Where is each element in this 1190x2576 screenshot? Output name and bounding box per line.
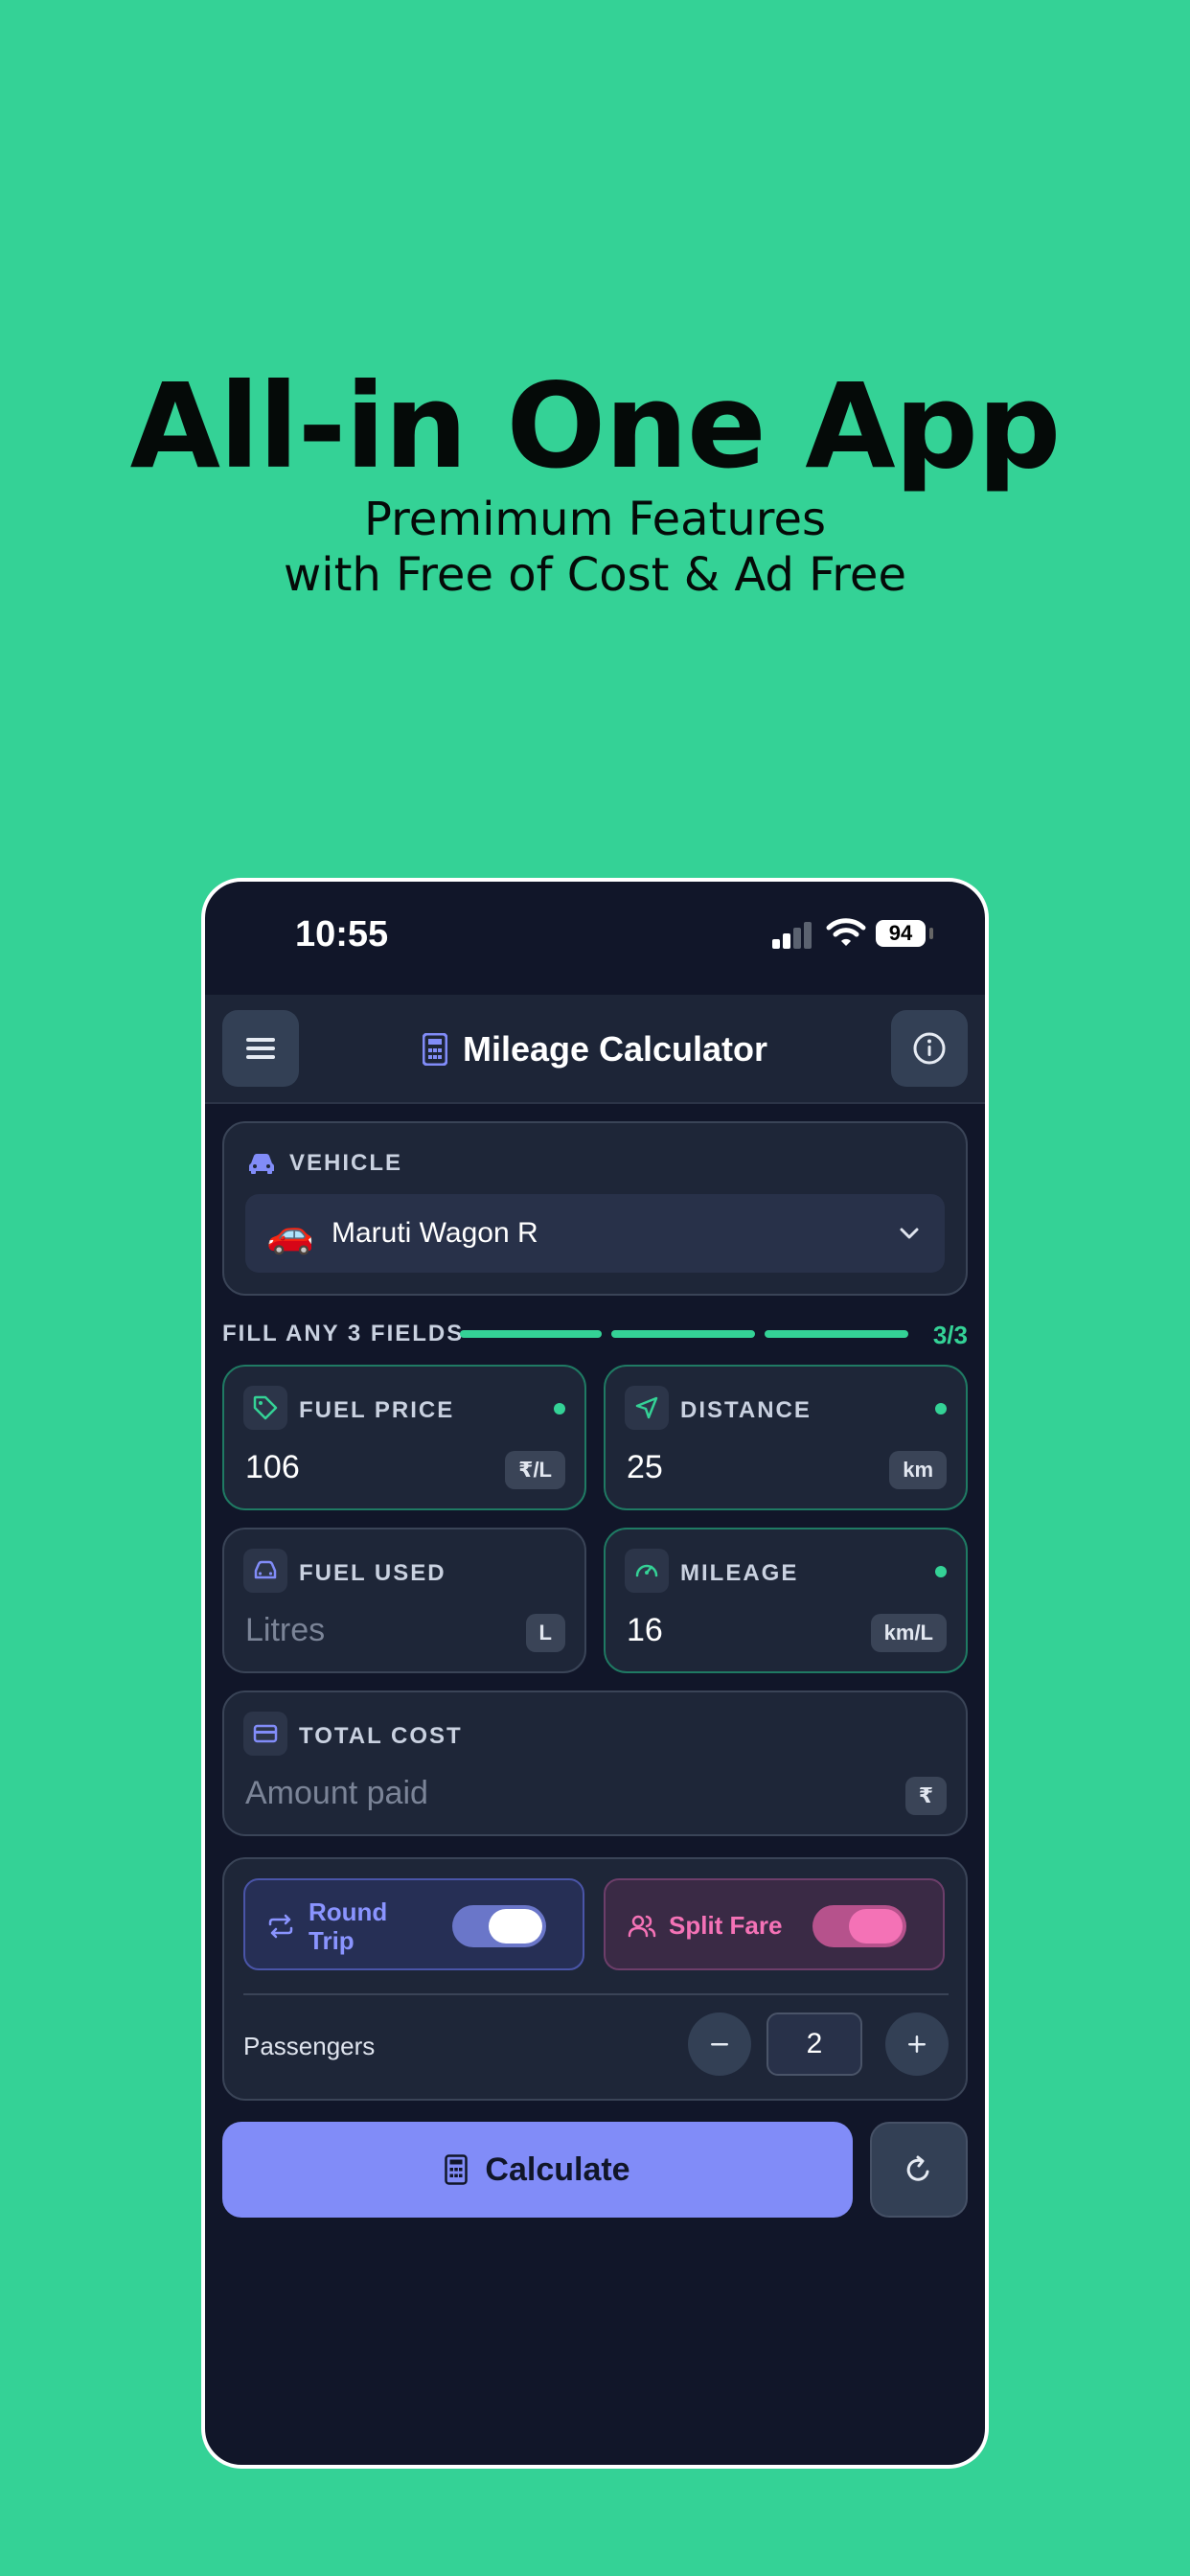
wifi-icon bbox=[826, 918, 866, 946]
divider bbox=[243, 1993, 949, 1995]
calculate-label: Calculate bbox=[485, 2150, 630, 2188]
split-fare-toggle[interactable] bbox=[812, 1905, 906, 1947]
battery-icon: 94 bbox=[876, 920, 926, 947]
phone-frame: 10:55 94 Mileage Calculator VEHICLE 🚗 Ma… bbox=[201, 878, 989, 2469]
increase-passengers-button[interactable] bbox=[885, 2012, 949, 2076]
price-tag-icon bbox=[243, 1386, 287, 1430]
fuel-price-unit: ₹/L bbox=[505, 1451, 565, 1489]
promo-title: All-in One App bbox=[129, 358, 1062, 494]
total-cost-input[interactable]: Amount paid bbox=[245, 1775, 428, 1812]
credit-card-icon bbox=[243, 1712, 287, 1756]
split-fare-label: Split Fare bbox=[669, 1911, 783, 1940]
passengers-count[interactable]: 2 bbox=[767, 2012, 862, 2076]
status-time: 10:55 bbox=[295, 914, 389, 954]
fuel-price-label: FUEL PRICE bbox=[299, 1397, 455, 1423]
distance-label: DISTANCE bbox=[680, 1397, 812, 1423]
repeat-arrows-icon bbox=[268, 1914, 293, 1939]
app-title-text: Mileage Calculator bbox=[462, 1029, 768, 1069]
fill-progress-label: FILL ANY 3 FIELDS bbox=[222, 1321, 465, 1346]
vehicle-card: VEHICLE 🚗 Maruti Wagon R bbox=[222, 1121, 968, 1296]
mileage-value[interactable]: 16 bbox=[627, 1612, 663, 1649]
navigation-arrow-icon bbox=[625, 1386, 669, 1430]
fuel-used-input[interactable]: Litres bbox=[245, 1612, 325, 1649]
chevron-down-icon bbox=[900, 1228, 919, 1239]
toggle-knob bbox=[489, 1909, 542, 1944]
calculator-icon bbox=[445, 2154, 469, 2185]
progress-segment-1 bbox=[460, 1330, 602, 1338]
round-trip-toggle[interactable] bbox=[452, 1905, 546, 1947]
page-title: Mileage Calculator bbox=[205, 1029, 985, 1070]
mileage-unit: km/L bbox=[870, 1614, 947, 1652]
passengers-label: Passengers bbox=[243, 2032, 376, 2060]
car-icon bbox=[249, 1154, 274, 1174]
plus-icon bbox=[908, 2036, 926, 2053]
app-bar: Mileage Calculator bbox=[205, 995, 985, 1104]
fuel-used-unit: L bbox=[525, 1614, 565, 1652]
distance-value[interactable]: 25 bbox=[627, 1449, 663, 1486]
refresh-icon bbox=[906, 2155, 929, 2181]
total-cost-unit: ₹ bbox=[904, 1777, 947, 1815]
vehicle-emoji: 🚗 bbox=[266, 1213, 314, 1255]
mileage-label: MILEAGE bbox=[680, 1560, 799, 1586]
filled-indicator-dot bbox=[935, 1403, 947, 1414]
fill-progress-count: 3/3 bbox=[932, 1321, 968, 1349]
info-icon bbox=[913, 1032, 946, 1065]
battery-tip bbox=[929, 928, 933, 939]
mileage-field[interactable]: MILEAGE 16 km/L bbox=[604, 1528, 968, 1673]
calculator-icon bbox=[422, 1032, 448, 1067]
info-button[interactable] bbox=[891, 1010, 968, 1087]
users-icon bbox=[628, 1915, 656, 1938]
fuel-price-value[interactable]: 106 bbox=[245, 1449, 300, 1486]
vehicle-selected-value: Maruti Wagon R bbox=[332, 1217, 538, 1249]
distance-field[interactable]: DISTANCE 25 km bbox=[604, 1365, 968, 1510]
vehicle-dropdown[interactable]: 🚗 Maruti Wagon R bbox=[245, 1194, 945, 1273]
distance-unit: km bbox=[889, 1451, 947, 1489]
round-trip-option[interactable]: Round Trip bbox=[243, 1878, 584, 1970]
decrease-passengers-button[interactable] bbox=[688, 2012, 751, 2076]
total-cost-label: TOTAL COST bbox=[299, 1723, 463, 1749]
filled-indicator-dot bbox=[554, 1403, 565, 1414]
toggle-knob bbox=[849, 1909, 903, 1944]
promo-subtitle-line1: Premimum Features bbox=[364, 493, 826, 546]
fill-progress: FILL ANY 3 FIELDS 3/3 bbox=[222, 1313, 968, 1351]
progress-segment-2 bbox=[611, 1330, 755, 1338]
vehicle-label-text: VEHICLE bbox=[289, 1150, 403, 1176]
round-trip-label: Round Trip bbox=[309, 1898, 388, 1955]
total-cost-field[interactable]: TOTAL COST Amount paid ₹ bbox=[222, 1690, 968, 1836]
status-bar: 10:55 94 bbox=[205, 882, 985, 995]
fuel-used-field[interactable]: FUEL USED Litres L bbox=[222, 1528, 586, 1673]
split-fare-option[interactable]: Split Fare bbox=[604, 1878, 945, 1970]
promo-subtitle-line2: with Free of Cost & Ad Free bbox=[284, 548, 906, 602]
minus-icon bbox=[711, 2043, 728, 2046]
reset-button[interactable] bbox=[870, 2122, 968, 2218]
speedometer-icon bbox=[625, 1549, 669, 1593]
calculate-button[interactable]: Calculate bbox=[222, 2122, 853, 2218]
trip-options-card: Round Trip Split Fare Passengers 2 bbox=[222, 1857, 968, 2101]
cellular-signal-icon bbox=[772, 922, 812, 949]
vehicle-label: VEHICLE bbox=[247, 1150, 402, 1177]
fuel-used-label: FUEL USED bbox=[299, 1560, 446, 1586]
progress-segment-3 bbox=[765, 1330, 908, 1338]
fuel-price-field[interactable]: FUEL PRICE 106 ₹/L bbox=[222, 1365, 586, 1510]
filled-indicator-dot bbox=[935, 1566, 947, 1577]
car-icon bbox=[243, 1549, 287, 1593]
